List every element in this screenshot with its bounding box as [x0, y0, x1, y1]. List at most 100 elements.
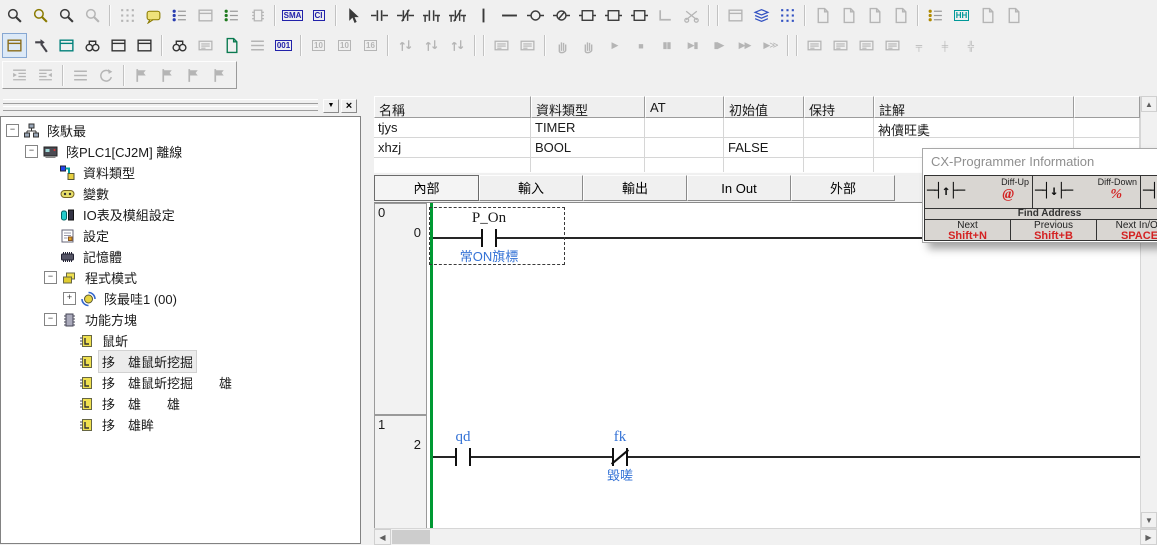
- column-header[interactable]: 資料類型: [531, 96, 645, 118]
- panel-close-button[interactable]: ×: [341, 99, 357, 113]
- tree-item-5[interactable]: 設定: [1, 225, 360, 246]
- fb-tab-3[interactable]: In Out: [687, 175, 791, 201]
- popup-title-bar[interactable]: CX-Programmer Information: [923, 149, 1157, 174]
- show-properties-button[interactable]: [132, 33, 157, 58]
- compile-all-programs-button[interactable]: [775, 3, 800, 28]
- expander-icon[interactable]: −: [44, 313, 57, 326]
- clear-all-bookmarks-button[interactable]: [207, 63, 232, 88]
- monitor-binary-display-button[interactable]: 001: [271, 33, 296, 58]
- symbol-cell[interactable]: BOOL: [531, 138, 645, 158]
- online-edit-cancel-button[interactable]: [1001, 3, 1026, 28]
- compare-with-plc-button[interactable]: [862, 3, 887, 28]
- time-chart-monitor-button[interactable]: [854, 33, 879, 58]
- tree-item-7[interactable]: −程式模式: [1, 267, 360, 288]
- fb-tab-4[interactable]: 外部: [791, 175, 895, 201]
- zoom-100-button[interactable]: [80, 3, 105, 28]
- new-pou-call-button[interactable]: [601, 3, 626, 28]
- show-rung-list-button[interactable]: [68, 63, 93, 88]
- pause-monitoring-button[interactable]: [550, 33, 575, 58]
- clock-pulse-1-button[interactable]: ╤: [906, 33, 931, 58]
- previous-bookmark-button[interactable]: [155, 63, 180, 88]
- symbol-cell[interactable]: [645, 118, 724, 138]
- h-scroll-thumb[interactable]: [392, 530, 430, 544]
- scroll-left-button[interactable]: ◀: [374, 529, 391, 545]
- show-annotation-list-button[interactable]: [167, 3, 192, 28]
- toggle-output-window-button[interactable]: [80, 33, 105, 58]
- new-or-closed-contact-button[interactable]: [445, 3, 470, 28]
- display-decimal-button[interactable]: 10: [306, 33, 331, 58]
- online-edit-rungs-button[interactable]: [515, 33, 540, 58]
- online-edit-send-button[interactable]: [975, 3, 1000, 28]
- run-mode-button[interactable]: ▶: [602, 33, 627, 58]
- expander-icon[interactable]: −: [44, 271, 57, 284]
- build-project-button[interactable]: [28, 33, 53, 58]
- symbol-cell[interactable]: 衲儥旺奊: [874, 118, 1074, 138]
- symbol-cell[interactable]: [645, 138, 724, 158]
- workspace-title-bar[interactable]: ▼ ×: [3, 99, 358, 114]
- column-header[interactable]: 註解: [874, 96, 1074, 118]
- stop-mode-button[interactable]: ■: [628, 33, 653, 58]
- mnemonic-view-button[interactable]: SMA: [280, 3, 305, 28]
- zoom-out-button[interactable]: [54, 3, 79, 28]
- display-hex-button[interactable]: 16: [358, 33, 383, 58]
- tree-item-2[interactable]: 資料類型: [1, 162, 360, 183]
- column-header[interactable]: 名稱: [374, 96, 531, 118]
- symbol-cell[interactable]: FALSE: [724, 138, 804, 158]
- symbol-cell[interactable]: tjys: [374, 118, 531, 138]
- expander-icon[interactable]: +: [63, 292, 76, 305]
- toggle-bookmark-button[interactable]: [129, 63, 154, 88]
- new-vertical-line-button[interactable]: [471, 3, 496, 28]
- toggle-address-reference-button[interactable]: [106, 33, 131, 58]
- io-comment-editor-button[interactable]: [219, 33, 244, 58]
- fb-tab-1[interactable]: 輸入: [479, 175, 583, 201]
- rung-comment-button[interactable]: [141, 3, 166, 28]
- expander-icon[interactable]: −: [6, 124, 19, 137]
- pause-with-trigger-button[interactable]: [576, 33, 601, 58]
- scroll-up-button[interactable]: ▲: [1141, 96, 1157, 112]
- force-cancel-all-button[interactable]: [445, 33, 470, 58]
- work-online-button[interactable]: [489, 33, 514, 58]
- transfer-to-plc-button[interactable]: [810, 3, 835, 28]
- partial-transfer-button[interactable]: [888, 3, 913, 28]
- clock-pulse-3-button[interactable]: ╬: [958, 33, 983, 58]
- continuous-step-button[interactable]: ▶▶: [732, 33, 757, 58]
- zoom-to-selection-button[interactable]: [28, 3, 53, 28]
- symbol-cell[interactable]: TIMER: [531, 118, 645, 138]
- symbol-cell[interactable]: [804, 118, 874, 138]
- ladder-contact-qd[interactable]: [469, 448, 471, 466]
- watch-window-button[interactable]: HH: [949, 3, 974, 28]
- line-connect-mode-button[interactable]: [653, 3, 678, 28]
- new-horizontal-line-button[interactable]: [497, 3, 522, 28]
- symbol-cell[interactable]: xhzj: [374, 138, 531, 158]
- pause-mode-button[interactable]: ▮▮: [654, 33, 679, 58]
- indent-rung-button[interactable]: [7, 63, 32, 88]
- fb-tab-0[interactable]: 內部: [374, 175, 479, 201]
- force-reset-button[interactable]: [419, 33, 444, 58]
- tile-program-windows-button[interactable]: [245, 3, 270, 28]
- next-bookmark-button[interactable]: [181, 63, 206, 88]
- new-coil-button[interactable]: [523, 3, 548, 28]
- io-bit-monitor-button[interactable]: [923, 3, 948, 28]
- step-into-button[interactable]: ▮▶: [706, 33, 731, 58]
- tree-item-3[interactable]: 變數: [1, 183, 360, 204]
- tree-item-9[interactable]: −功能方塊: [1, 309, 360, 330]
- selection-mode-button[interactable]: [341, 3, 366, 28]
- panel-dropdown-button[interactable]: ▼: [323, 99, 339, 113]
- ladder-ci-view-button[interactable]: CI: [306, 3, 331, 28]
- toggle-project-workspace-button[interactable]: [2, 33, 27, 58]
- new-or-contact-button[interactable]: [419, 3, 444, 28]
- symbol-cell[interactable]: [724, 118, 804, 138]
- new-fb-call-button[interactable]: [627, 3, 652, 28]
- toggle-watch-window-button[interactable]: [54, 33, 79, 58]
- tree-item-10[interactable]: 鼠蚚: [1, 330, 360, 351]
- expander-icon[interactable]: −: [25, 145, 38, 158]
- ladder-editor[interactable]: 00P_On常ON旗標12qdfk毀嗟: [374, 202, 1140, 529]
- cross-reference-report-button[interactable]: [167, 33, 192, 58]
- show-rung-wrapping-button[interactable]: [219, 3, 244, 28]
- tree-item-11[interactable]: 拸 雄鼠蚚挖掘: [1, 351, 360, 372]
- project-tree[interactable]: −陔馱最−陔PLC1[CJ2M] 離線資料類型變數IO表及模組設定設定記憶體−程…: [0, 116, 361, 544]
- ladder-h-scrollbar[interactable]: ◀ ▶: [374, 528, 1157, 545]
- data-trace-button[interactable]: [828, 33, 853, 58]
- ladder-v-scrollbar[interactable]: ▼: [1140, 202, 1157, 528]
- new-contact-button[interactable]: [367, 3, 392, 28]
